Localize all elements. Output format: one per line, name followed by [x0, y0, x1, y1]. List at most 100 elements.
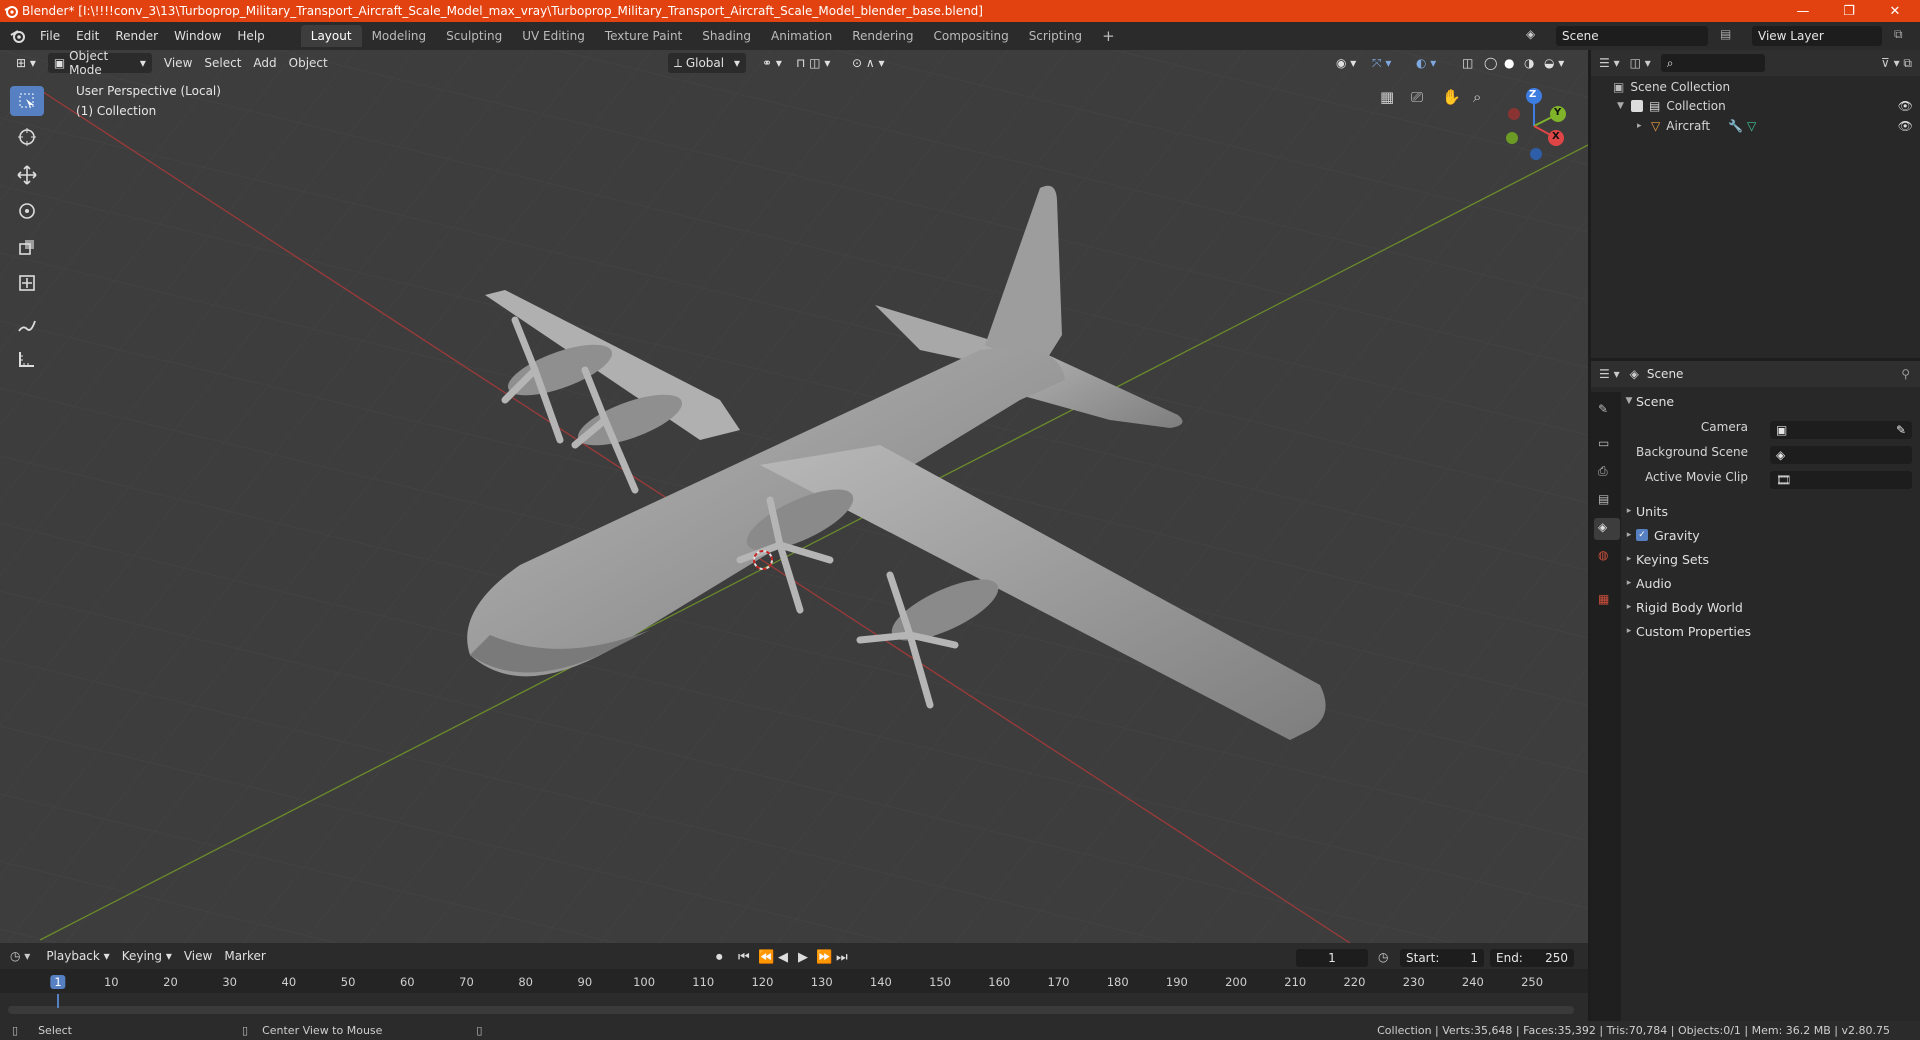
- outliner-search-input[interactable]: ⌕: [1660, 54, 1765, 72]
- timeline-menu-keying[interactable]: Keying ▾: [116, 946, 178, 966]
- rigid-body-world-panel-header[interactable]: ▸ Rigid Body World: [1622, 596, 1920, 618]
- tab-uv-editing[interactable]: UV Editing: [512, 25, 595, 47]
- custom-properties-panel-header[interactable]: ▸ Custom Properties: [1622, 620, 1920, 642]
- menu-render[interactable]: Render: [107, 29, 166, 43]
- viewport-menu-view[interactable]: View: [158, 53, 198, 73]
- tab-layout[interactable]: Layout: [300, 25, 362, 47]
- overlay-toggle-icon[interactable]: ◐ ▾: [1410, 53, 1442, 73]
- scene-selector-icon[interactable]: ◈: [1526, 27, 1535, 41]
- blender-menu-icon[interactable]: [10, 28, 26, 44]
- eyedropper-icon[interactable]: ✎: [1896, 423, 1906, 437]
- tool-tab-icon[interactable]: ✎: [1598, 402, 1608, 416]
- outliner-row-scene-collection[interactable]: ▣ Scene Collection: [1613, 80, 1730, 94]
- transform-orientation-dropdown[interactable]: ⟂ Global ▾: [668, 53, 746, 73]
- tab-animation[interactable]: Animation: [761, 25, 842, 47]
- collection-checkbox[interactable]: [1631, 100, 1643, 112]
- filter-icon[interactable]: ⊽ ▾ ⧉: [1881, 56, 1912, 71]
- timeline-menu-playback[interactable]: Playback ▾: [40, 946, 115, 966]
- 3d-viewport[interactable]: [0, 50, 1588, 943]
- outliner-row-collection[interactable]: ▼ ▤ Collection 👁: [1617, 99, 1913, 113]
- minimize-button[interactable]: —: [1780, 0, 1826, 22]
- view-layer-tab-icon[interactable]: ▤: [1598, 492, 1609, 506]
- record-button[interactable]: ⏺: [716, 950, 723, 965]
- mode-dropdown[interactable]: ▣ Object Mode ▾: [47, 49, 152, 77]
- gizmo-toggle-icon[interactable]: ⤧ ▾: [1366, 53, 1397, 73]
- timeline-editor-type-icon[interactable]: ◷ ▾: [10, 949, 30, 963]
- play-button[interactable]: ▶: [798, 950, 808, 965]
- timeline-scrollbar[interactable]: [8, 1006, 1574, 1014]
- output-tab-icon[interactable]: ⎙: [1598, 464, 1608, 479]
- timeline-menu-view[interactable]: View: [178, 946, 218, 966]
- menu-help[interactable]: Help: [229, 29, 272, 43]
- aircraft-visibility-eye-icon[interactable]: 👁: [1898, 119, 1913, 133]
- keying-sets-panel-header[interactable]: ▸ Keying Sets: [1622, 548, 1920, 570]
- camera-view-icon[interactable]: ⎚: [1411, 88, 1423, 106]
- jump-end-button[interactable]: ⏭: [836, 950, 848, 965]
- select-box-tool[interactable]: [10, 86, 44, 116]
- tab-compositing[interactable]: Compositing: [923, 25, 1018, 47]
- timeline-menu-marker[interactable]: Marker: [218, 946, 271, 966]
- rendered-shading-icon[interactable]: ◒ ▾: [1538, 53, 1570, 73]
- editor-type-icon[interactable]: ⊞ ▾: [10, 53, 42, 73]
- grid-view-icon[interactable]: ▦: [1380, 88, 1394, 106]
- rotate-tool[interactable]: [10, 196, 44, 226]
- menu-edit[interactable]: Edit: [68, 29, 107, 43]
- playhead-line[interactable]: [57, 994, 59, 1008]
- outliner-row-aircraft[interactable]: ▸ ▽ Aircraft 🔧 ▽ 👁: [1637, 119, 1913, 133]
- transform-tool[interactable]: [10, 268, 44, 298]
- audio-panel-header[interactable]: ▸ Audio: [1622, 572, 1920, 594]
- next-keyframe-button[interactable]: ⏩: [816, 950, 832, 965]
- start-frame-field[interactable]: Start: 1: [1400, 949, 1484, 967]
- tab-shading[interactable]: Shading: [692, 25, 761, 47]
- prev-keyframe-button[interactable]: ⏪: [758, 950, 774, 965]
- snap-icon[interactable]: ⊓ ◫ ▾: [790, 53, 836, 73]
- measure-tool[interactable]: [10, 344, 44, 374]
- texture-tab-icon[interactable]: ▦: [1598, 592, 1609, 606]
- modifier-wrench-icon[interactable]: 🔧: [1728, 119, 1743, 133]
- end-frame-field[interactable]: End: 250: [1490, 949, 1574, 967]
- view-layer-icon[interactable]: ▤: [1720, 27, 1731, 41]
- active-movie-clip-field[interactable]: 🎞: [1770, 471, 1912, 489]
- pivot-point-icon[interactable]: ⚭ ▾: [756, 53, 788, 73]
- viewport-menu-add[interactable]: Add: [247, 53, 282, 73]
- move-tool[interactable]: [10, 160, 44, 190]
- cursor-tool[interactable]: [10, 122, 44, 152]
- view-layer-field[interactable]: View Layer: [1752, 26, 1882, 46]
- menu-window[interactable]: Window: [166, 29, 229, 43]
- visibility-icon[interactable]: ◉ ▾: [1330, 53, 1362, 73]
- expand-aircraft-icon[interactable]: ▸: [1637, 121, 1651, 131]
- viewport-menu-object[interactable]: Object: [283, 53, 334, 73]
- display-mode-icon[interactable]: ◫ ▾: [1630, 56, 1651, 70]
- properties-editor-type-icon[interactable]: ☰ ▾: [1599, 367, 1620, 381]
- tab-rendering[interactable]: Rendering: [842, 25, 923, 47]
- pin-icon[interactable]: ⚲: [1901, 367, 1910, 381]
- zoom-icon[interactable]: ⌕: [1473, 88, 1481, 106]
- viewport-menu-select[interactable]: Select: [198, 53, 247, 73]
- gravity-panel-header[interactable]: ▸ ✓ Gravity: [1622, 524, 1920, 546]
- camera-field[interactable]: ▣ ✎: [1770, 421, 1912, 439]
- maximize-button[interactable]: ❐: [1826, 0, 1872, 22]
- annotate-tool[interactable]: [10, 310, 44, 340]
- mesh-data-icon[interactable]: ▽: [1747, 119, 1756, 133]
- proportional-edit-icon[interactable]: ⊙ ∧ ▾: [846, 53, 891, 73]
- jump-start-button[interactable]: ⏮: [738, 950, 750, 965]
- scene-panel-header[interactable]: ▼ Scene: [1622, 390, 1920, 412]
- tab-sculpting[interactable]: Sculpting: [436, 25, 512, 47]
- expand-collection-icon[interactable]: ▼: [1617, 101, 1631, 111]
- new-view-layer-icon[interactable]: ⧉: [1894, 27, 1903, 42]
- preview-range-clock-icon[interactable]: ◷: [1378, 950, 1388, 964]
- add-workspace-button[interactable]: +: [1092, 23, 1125, 49]
- scale-tool[interactable]: [10, 232, 44, 262]
- outliner-editor-type-icon[interactable]: ☰ ▾: [1599, 56, 1620, 70]
- scene-field[interactable]: Scene: [1556, 26, 1708, 46]
- pan-hand-icon[interactable]: ✋: [1442, 88, 1461, 106]
- menu-file[interactable]: File: [32, 29, 68, 43]
- tab-texture-paint[interactable]: Texture Paint: [595, 25, 692, 47]
- play-reverse-button[interactable]: ◀: [778, 950, 788, 965]
- xray-icon[interactable]: ◫: [1456, 53, 1479, 73]
- render-tab-icon[interactable]: ▭: [1598, 436, 1609, 450]
- background-scene-field[interactable]: ◈: [1770, 446, 1912, 464]
- units-panel-header[interactable]: ▸ Units: [1622, 500, 1920, 522]
- gravity-checkbox[interactable]: ✓: [1636, 529, 1648, 541]
- tab-scripting[interactable]: Scripting: [1019, 25, 1092, 47]
